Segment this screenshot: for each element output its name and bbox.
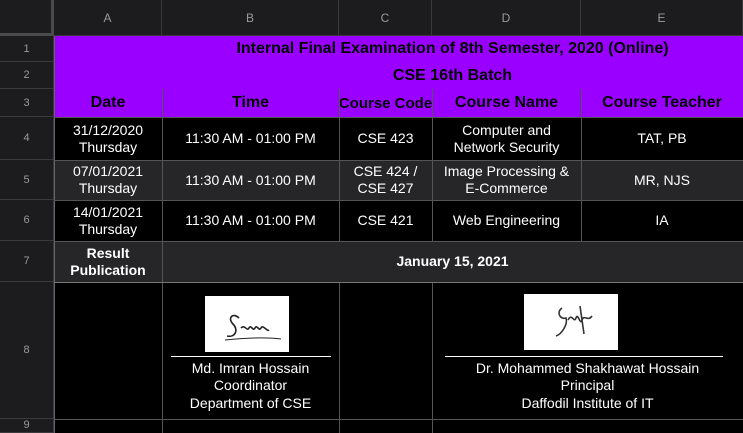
- date-text: 14/01/2021: [72, 203, 144, 220]
- course-code-line1: CSE 424 /: [353, 163, 418, 179]
- select-all-corner[interactable]: [0, 0, 54, 36]
- date-text: 07/01/2021: [72, 163, 144, 179]
- grid-line: [54, 282, 743, 283]
- grid-line: [54, 419, 743, 420]
- grid-line: [54, 36, 55, 433]
- cell-d5[interactable]: Image Processing & E-Commerce: [432, 160, 581, 200]
- cell-a5[interactable]: 07/01/2021 Thursday: [54, 160, 162, 200]
- spreadsheet: A B C D E 1 2 3 4 5 6 7 8 9 Internal Fin…: [0, 0, 743, 433]
- result-label-line1: Result: [86, 244, 130, 261]
- row-header-4[interactable]: 4: [0, 117, 54, 160]
- cell-a9[interactable]: [54, 419, 162, 433]
- principal-name: Dr. Mohammed Shakhawat Hossain: [475, 360, 700, 376]
- grid-line: [54, 160, 743, 161]
- coordinator-org: Department of CSE: [189, 395, 312, 411]
- grid-line: [581, 89, 582, 241]
- cell-a7-result-label[interactable]: Result Publication: [54, 241, 162, 282]
- header-course-code[interactable]: Course Code: [339, 89, 432, 117]
- cell-b5[interactable]: 11:30 AM - 01:00 PM: [162, 160, 339, 200]
- cell-d4[interactable]: Computer and Network Security: [432, 117, 581, 160]
- cell-b4[interactable]: 11:30 AM - 01:00 PM: [162, 117, 339, 160]
- cell-c4[interactable]: CSE 423: [339, 117, 432, 160]
- column-header-c[interactable]: C: [339, 0, 432, 36]
- cell-e5[interactable]: MR, NJS: [581, 160, 743, 200]
- grid-line: [54, 200, 743, 201]
- course-name-line2: Network Security: [453, 138, 560, 155]
- principal-role: Principal: [560, 377, 615, 393]
- day-text: Thursday: [78, 220, 138, 237]
- course-name-line1: Image Processing &: [443, 163, 570, 179]
- cell-b6[interactable]: 11:30 AM - 01:00 PM: [162, 200, 339, 241]
- coordinator-role: Coordinator: [213, 377, 288, 393]
- cell-a4[interactable]: 31/12/2020 Thursday: [54, 117, 162, 160]
- principal-org: Daffodil Institute of IT: [521, 395, 654, 411]
- grid-line: [339, 89, 340, 241]
- course-name-line1: Computer and: [462, 121, 551, 138]
- coordinator-name: Md. Imran Hossain: [191, 360, 310, 376]
- row-header-9[interactable]: 9: [0, 419, 54, 433]
- signature-line-principal: [445, 356, 723, 357]
- header-time[interactable]: Time: [162, 89, 339, 117]
- grid-line: [54, 117, 743, 118]
- row-header-6[interactable]: 6: [0, 200, 54, 241]
- header-course-name[interactable]: Course Name: [432, 89, 581, 117]
- column-header-b[interactable]: B: [162, 0, 339, 36]
- row-header-7[interactable]: 7: [0, 241, 54, 282]
- title-row-2[interactable]: CSE 16th Batch: [162, 62, 743, 89]
- signature-line-coordinator: [171, 356, 331, 357]
- column-header-e[interactable]: E: [581, 0, 743, 36]
- cell-a6[interactable]: 14/01/2021 Thursday: [54, 200, 162, 241]
- column-header-d[interactable]: D: [432, 0, 581, 36]
- row-header-8[interactable]: 8: [0, 282, 54, 419]
- row-header-2[interactable]: 2: [0, 62, 54, 89]
- row-header-5[interactable]: 5: [0, 160, 54, 200]
- cell-a8[interactable]: [54, 282, 162, 419]
- grid-line: [162, 89, 163, 433]
- cell-e4[interactable]: TAT, PB: [581, 117, 743, 160]
- row-header-3[interactable]: 3: [0, 89, 54, 117]
- header-a1-a2[interactable]: [54, 36, 162, 89]
- column-header-a[interactable]: A: [54, 0, 162, 36]
- signature-image-principal: [524, 294, 618, 350]
- title-row-1[interactable]: Internal Final Examination of 8th Semest…: [162, 36, 743, 62]
- course-code-line2: CSE 427: [357, 180, 414, 196]
- cell-e6[interactable]: IA: [581, 200, 743, 241]
- result-label-line2: Publication: [70, 261, 146, 278]
- cell-c6[interactable]: CSE 421: [339, 200, 432, 241]
- cell-c5[interactable]: CSE 424 / CSE 427: [339, 160, 432, 200]
- signature-image-coordinator: [205, 296, 289, 352]
- header-course-teacher[interactable]: Course Teacher: [581, 89, 743, 117]
- grid-line: [54, 241, 743, 242]
- grid-line: [339, 282, 340, 433]
- row-header-1[interactable]: 1: [0, 36, 54, 62]
- course-name-line2: E-Commerce: [465, 180, 548, 196]
- cell-c8[interactable]: [339, 282, 432, 419]
- cell-d6[interactable]: Web Engineering: [432, 200, 581, 241]
- grid-line: [432, 89, 433, 241]
- grid-line: [432, 282, 433, 433]
- date-text: 31/12/2020: [72, 121, 144, 138]
- cell-b7-result-date[interactable]: January 15, 2021: [162, 241, 743, 282]
- day-text: Thursday: [78, 180, 138, 196]
- header-date[interactable]: Date: [54, 89, 162, 117]
- day-text: Thursday: [78, 138, 138, 155]
